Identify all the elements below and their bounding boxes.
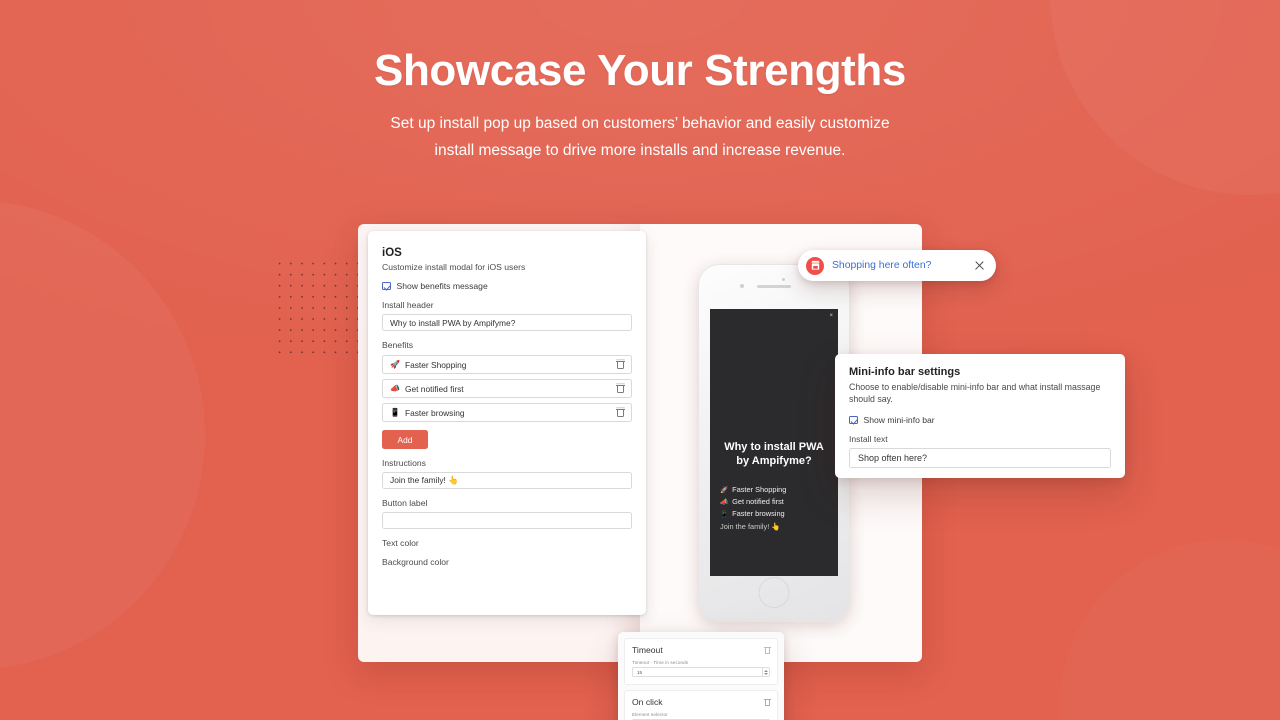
storefront-icon [806, 256, 824, 275]
megaphone-icon: 📣 [720, 498, 729, 506]
list-item: 🚀 Faster Shopping [720, 485, 786, 494]
benefit-row[interactable]: 🚀 Faster Shopping [382, 355, 632, 374]
benefit-text: Get notified first [732, 497, 784, 506]
show-benefits-label: Show benefits message [396, 281, 488, 291]
delete-icon[interactable] [616, 360, 625, 369]
install-modal-benefits: 🚀 Faster Shopping 📣 Get notified first 📱… [720, 485, 786, 531]
benefit-row[interactable]: 📱 Faster browsing [382, 403, 632, 422]
phone-camera [740, 284, 744, 288]
mini-info-bar-toast: Shopping here often? [798, 250, 996, 281]
phone-sensor [782, 278, 786, 282]
megaphone-icon: 📣 [390, 384, 400, 393]
section-title: On click [632, 697, 663, 707]
phone-speaker [757, 285, 791, 288]
mobile-icon: 📱 [720, 510, 729, 518]
list-item: 📱 Faster browsing [720, 509, 786, 518]
show-mini-info-bar-checkbox-row[interactable]: Show mini-info bar [849, 415, 1111, 425]
delete-icon[interactable] [616, 408, 625, 417]
install-modal-join-text: Join the family! 👆 [720, 522, 781, 531]
benefit-text: Get notified first [404, 383, 464, 394]
background-color-label: Background color [382, 557, 449, 567]
field-label: Element selector [632, 712, 668, 717]
instructions-label: Instructions [382, 458, 426, 468]
button-label-input[interactable] [382, 512, 632, 529]
text-color-label: Text color [382, 538, 419, 548]
hero-subtitle-line-2: install message to drive more installs a… [434, 142, 846, 160]
hero-subtitle-line-1: Set up install pop up based on customers… [390, 114, 890, 132]
install-header-input[interactable]: Why to install PWA by Ampifyme? [382, 314, 632, 331]
checkmark-icon[interactable] [382, 281, 391, 291]
delete-icon[interactable] [764, 647, 771, 654]
checkmark-icon[interactable] [849, 415, 858, 425]
benefit-text: Faster Shopping [732, 485, 787, 494]
rocket-icon: 🚀 [720, 486, 729, 494]
phone-screen: × Why to install PWA by Ampifyme? 🚀 Fast… [710, 309, 838, 576]
rocket-icon: 🚀 [390, 360, 400, 369]
hero-section: Showcase Your Strengths Set up install p… [0, 48, 1280, 165]
install-text-label: Install text [849, 433, 888, 444]
install-header-label: Install header [382, 300, 434, 310]
field-label: Timeout - Time in seconds [632, 660, 689, 665]
ios-settings-card: iOS Customize install modal for iOS user… [368, 231, 646, 615]
dot-grid-decoration [274, 258, 364, 358]
timeout-seconds-input[interactable]: 15 [632, 667, 770, 677]
install-text-input[interactable]: Shop often here? [849, 447, 1111, 468]
iphone-mockup: × Why to install PWA by Ampifyme? 🚀 Fast… [698, 264, 850, 622]
hero-subtitle: Set up install pop up based on customers… [0, 110, 1280, 165]
benefit-text: Faster Shopping [404, 359, 467, 370]
delete-icon[interactable] [616, 384, 625, 393]
on-click-section: On click Element selector a.grid-view-it… [624, 690, 778, 720]
stepper-control[interactable] [762, 668, 769, 676]
install-modal-title: Why to install PWA by Ampifyme? [724, 441, 824, 467]
benefit-text: Faster browsing [404, 407, 465, 418]
list-item: 📣 Get notified first [720, 497, 786, 506]
card-description: Choose to enable/disable mini-info bar a… [849, 382, 1101, 405]
close-icon[interactable]: × [829, 313, 833, 319]
trigger-settings-card: Timeout Timeout - Time in seconds 15 On … [618, 632, 784, 720]
button-label-label: Button label [382, 498, 428, 508]
card-title: Mini-info bar settings [849, 366, 961, 378]
toast-message: Shopping here often? [832, 260, 932, 271]
ios-card-description: Customize install modal for iOS users [382, 262, 526, 272]
page-title: Showcase Your Strengths [374, 46, 906, 95]
mobile-icon: 📱 [390, 408, 400, 417]
phone-home-button [758, 577, 790, 608]
benefit-text: Faster browsing [732, 509, 785, 518]
mini-info-bar-settings-card: Mini-info bar settings Choose to enable/… [835, 354, 1125, 478]
instructions-input[interactable]: Join the family! 👆 [382, 472, 632, 489]
close-icon[interactable] [974, 260, 985, 271]
field-value: 15 [637, 669, 643, 675]
ios-card-title: iOS [382, 247, 402, 259]
delete-icon[interactable] [764, 699, 771, 706]
show-mini-info-bar-label: Show mini-info bar [863, 414, 935, 425]
section-title: Timeout [632, 645, 663, 655]
benefits-label: Benefits [382, 340, 414, 350]
timeout-section: Timeout Timeout - Time in seconds 15 [624, 638, 778, 685]
show-benefits-checkbox-row[interactable]: Show benefits message [382, 281, 632, 291]
add-benefit-button[interactable]: Add [382, 430, 428, 449]
benefit-row[interactable]: 📣 Get notified first [382, 379, 632, 398]
